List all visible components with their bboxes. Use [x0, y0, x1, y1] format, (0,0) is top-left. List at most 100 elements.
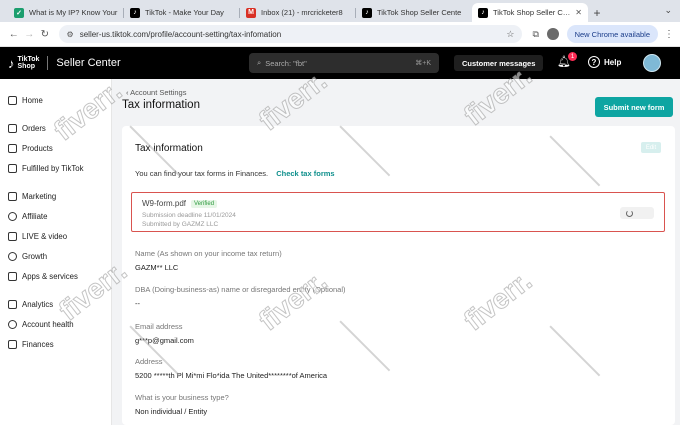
field-value: -- [135, 299, 140, 308]
field-value: GAZM** LLC [135, 263, 179, 272]
store-avatar[interactable] [643, 54, 661, 72]
field-value: g***p@gmail.com [135, 336, 194, 345]
sidebar: Home Orders Products Fulfilled by TikTok… [0, 79, 112, 425]
sidebar-item-apps[interactable]: Apps & services [0, 266, 111, 286]
info-message: You can find your tax forms in Finances. [135, 169, 269, 178]
info-text: You can find your tax forms in Finances.… [135, 169, 335, 178]
live-icon [8, 231, 17, 241]
field-label: Name (As shown on your income tax return… [135, 249, 282, 258]
card-title: Tax information [135, 143, 203, 154]
orders-icon [8, 123, 17, 133]
browser-tab[interactable]: ♪ TikTok - Make Your Day [124, 3, 240, 22]
app-name: Seller Center [56, 57, 121, 69]
browser-tab-active[interactable]: ♪ TikTok Shop Seller Cente ✕ [472, 3, 588, 22]
tab-title: TikTok Shop Seller Cente [377, 8, 462, 17]
customer-messages-button[interactable]: Customer messages [454, 55, 544, 71]
submit-new-form-button[interactable]: Submit new form [595, 97, 673, 117]
field-email: Email address g***p@gmail.com [135, 322, 194, 345]
tax-info-card: Tax information Edit You can find your t… [122, 126, 675, 425]
close-tab-icon[interactable]: ✕ [575, 8, 582, 17]
sidebar-item-live-video[interactable]: LIVE & video [0, 226, 111, 246]
field-address: Address 5200 *****th Pl Mi*mi Flo*ida Th… [135, 357, 327, 380]
marketing-icon [8, 191, 17, 201]
back-icon[interactable]: ← [6, 29, 22, 40]
sidebar-item-label: Analytics [22, 299, 54, 309]
sidebar-item-account-health[interactable]: Account health [0, 314, 111, 334]
sidebar-item-home[interactable]: Home [0, 90, 111, 110]
edit-button[interactable]: Edit [641, 142, 661, 153]
sidebar-item-growth[interactable]: Growth [0, 246, 111, 266]
divider [47, 56, 49, 70]
search-icon: ⌕ [257, 58, 262, 67]
tiktok-icon: ♪ [362, 7, 372, 18]
tiktok-shop-logo[interactable]: ♪ TikTok Shop [8, 56, 39, 71]
health-icon [8, 319, 17, 329]
sidebar-item-orders[interactable]: Orders [0, 118, 111, 138]
url-input[interactable]: ⚙ seller-us.tiktok.com/profile/account-s… [58, 25, 523, 43]
finances-icon [8, 339, 17, 349]
sidebar-item-marketing[interactable]: Marketing [0, 186, 111, 206]
menu-icon[interactable]: ⋮ [664, 29, 674, 40]
field-label: Email address [135, 322, 183, 331]
file-submitted-by: Submitted by GAZMZ LLC [142, 221, 219, 228]
address-bar: ← → ↻ ⚙ seller-us.tiktok.com/profile/acc… [0, 22, 680, 47]
sidebar-item-analytics[interactable]: Analytics [0, 294, 111, 314]
download-button[interactable] [620, 207, 654, 219]
notification-badge: 1 [568, 52, 577, 61]
page-title: Tax information [122, 99, 200, 111]
tax-form-file: W9-form.pdf Verified Submission deadline… [131, 192, 665, 232]
brand-line: TikTok [17, 55, 40, 63]
browser-tab[interactable]: ✓ What is My IP? Know Your [8, 3, 124, 22]
sidebar-item-label: LIVE & video [22, 231, 68, 241]
extensions-icon[interactable]: ⧉ [532, 29, 538, 40]
box-icon [8, 163, 17, 173]
status-badge: Verified [191, 199, 218, 208]
tiktok-icon: ♪ [478, 7, 488, 18]
tab-title: Inbox (21) - mrcricketer8 [261, 8, 343, 17]
field-business-type: What is your business type? Non individu… [135, 393, 229, 416]
tab-title: TikTok Shop Seller Cente [493, 8, 572, 17]
brand-name: TikTok Shop [18, 56, 40, 71]
site-info-icon[interactable]: ⚙ [67, 30, 74, 39]
field-name: Name (As shown on your income tax return… [135, 249, 282, 272]
check-tax-forms-link[interactable]: Check tax forms [276, 169, 334, 178]
tab-title: What is My IP? Know Your [29, 8, 118, 17]
field-label: Address [135, 357, 163, 366]
breadcrumb[interactable]: ‹ Account Settings [126, 88, 186, 97]
sidebar-item-label: Growth [22, 251, 48, 261]
sidebar-item-affiliate[interactable]: Affiliate [0, 206, 111, 226]
new-chrome-button[interactable]: New Chrome available [566, 25, 659, 43]
affiliate-icon [8, 211, 17, 221]
loading-spinner-icon [626, 209, 633, 217]
file-name[interactable]: W9-form.pdf [142, 199, 186, 208]
search-placeholder: Search: "fbt" [265, 58, 307, 68]
field-label: What is your business type? [135, 393, 229, 402]
profile-avatar[interactable] [546, 28, 559, 40]
chevron-down-icon[interactable]: ⌄ [664, 5, 672, 16]
file-name-row: W9-form.pdf Verified [142, 199, 218, 208]
sidebar-item-label: Orders [22, 123, 46, 133]
search-shortcut: ⌘+K [415, 60, 431, 67]
tiktok-icon: ♪ [130, 7, 140, 18]
sidebar-item-label: Apps & services [22, 271, 78, 281]
analytics-icon [8, 299, 17, 309]
new-tab-button[interactable]: + [588, 3, 606, 22]
sidebar-item-fbt[interactable]: Fulfilled by TikTok [0, 158, 111, 178]
browser-tab-strip: ✓ What is My IP? Know Your ♪ TikTok - Ma… [0, 0, 680, 22]
reload-icon[interactable]: ↻ [37, 29, 53, 40]
browser-tab[interactable]: M Inbox (21) - mrcricketer8 [240, 3, 356, 22]
forward-icon[interactable]: → [22, 29, 38, 40]
search-input[interactable]: ⌕ Search: "fbt" ⌘+K [249, 53, 439, 73]
field-value: 5200 *****th Pl Mi*mi Flo*ida The United… [135, 371, 328, 380]
growth-icon [8, 251, 17, 261]
sidebar-item-finances[interactable]: Finances [0, 334, 111, 354]
sidebar-item-label: Fulfilled by TikTok [22, 163, 84, 173]
browser-tab[interactable]: ♪ TikTok Shop Seller Cente [356, 3, 472, 22]
sidebar-item-label: Affiliate [22, 211, 48, 221]
sidebar-item-label: Finances [22, 339, 54, 349]
field-value: Non individual / Entity [135, 407, 208, 416]
sidebar-item-products[interactable]: Products [0, 138, 111, 158]
sidebar-item-label: Account health [22, 319, 74, 329]
bookmark-star-icon[interactable]: ☆ [506, 29, 514, 40]
help-button[interactable]: ? Help [588, 56, 621, 68]
